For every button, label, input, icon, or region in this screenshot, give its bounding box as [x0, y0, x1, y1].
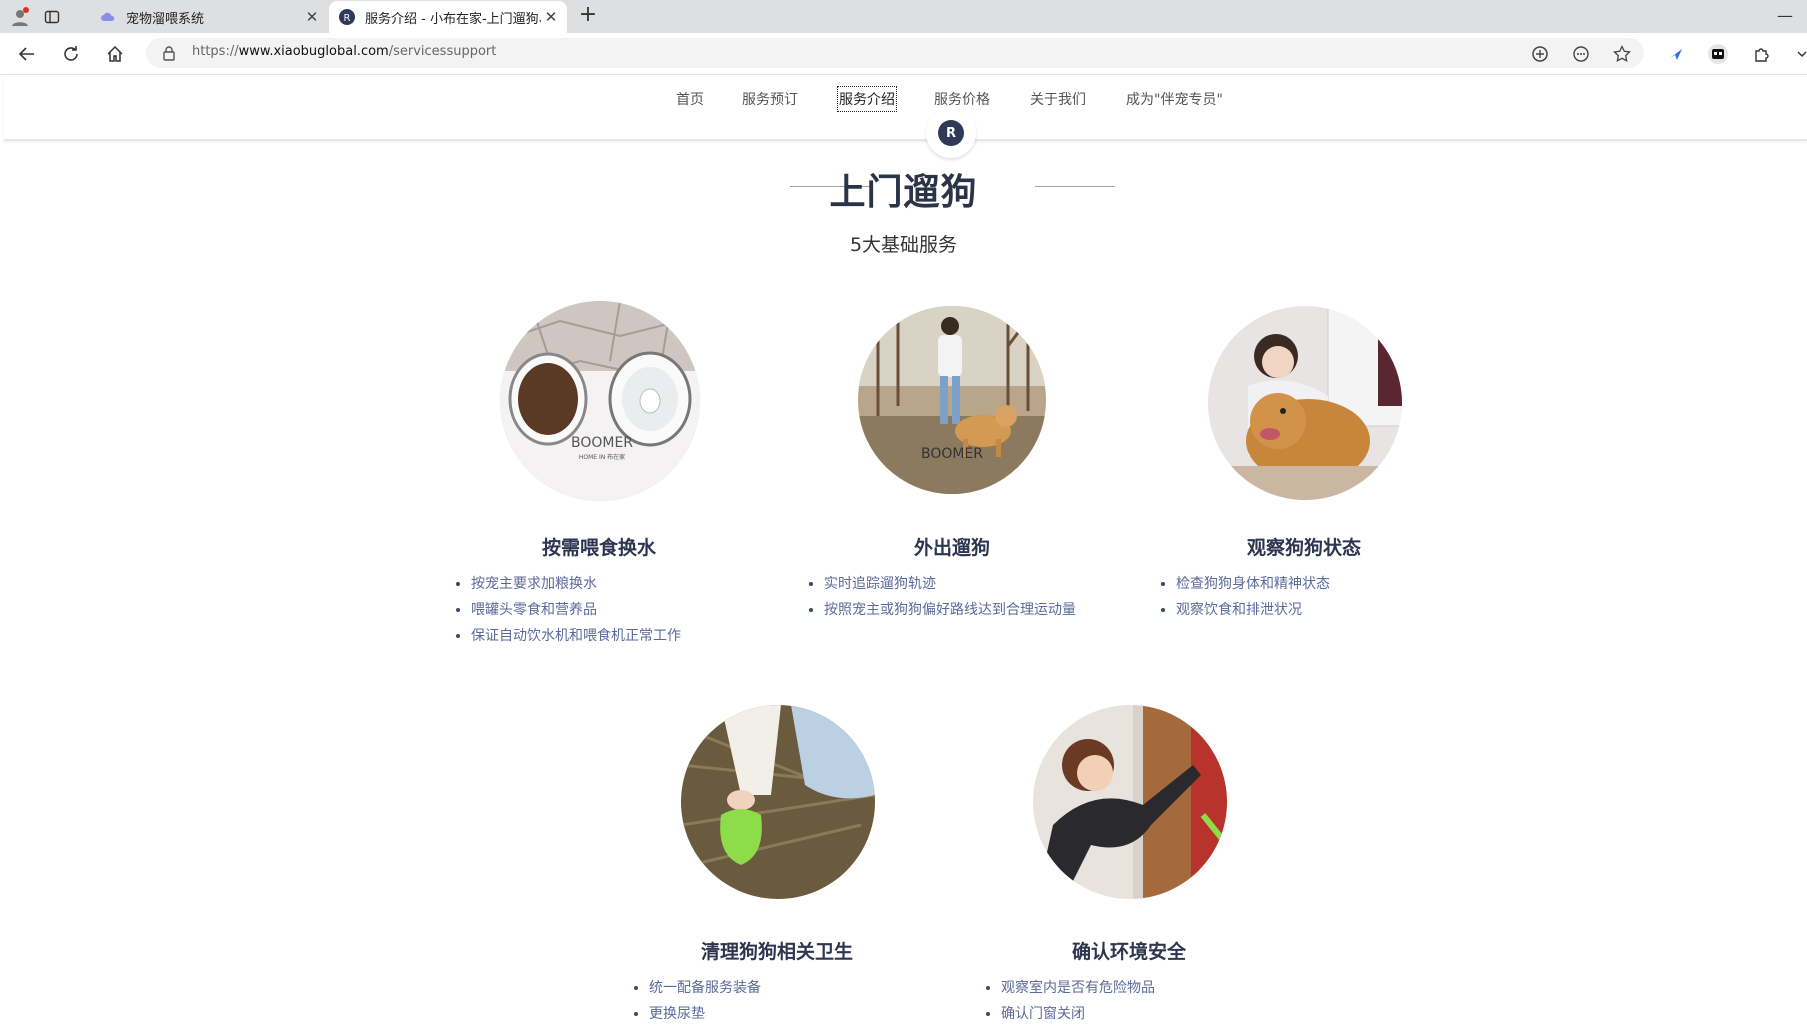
extension-bird-icon[interactable]	[1664, 42, 1688, 66]
cloud-icon	[100, 9, 116, 25]
extensions-puzzle-icon[interactable]	[1750, 42, 1774, 66]
list-item: 按宠主要求加粮换水	[471, 571, 681, 597]
new-tab-button[interactable]: +	[576, 4, 600, 28]
logo-mark: R	[938, 120, 964, 146]
browser-tab-strip: 宠物溜喂系统 ✕ R 服务介绍 - 小布在家-上门遛狗、上 ✕ + —	[0, 0, 1807, 33]
lock-icon[interactable]	[162, 45, 176, 65]
list-item: 统一配备服务装备	[649, 975, 761, 1001]
page-content: 首页 服务预订 服务介绍 服务价格 关于我们 成为"伴宠专员" R 上门遛狗 5…	[0, 75, 1807, 1032]
url-host: www.xiaobuglobal.com	[238, 44, 389, 59]
back-button[interactable]	[14, 41, 40, 67]
url-text[interactable]: https://www.xiaobuglobal.com/servicessup…	[192, 44, 496, 59]
extension-app-icon[interactable]	[1706, 42, 1730, 66]
service-list: 检查狗狗身体和精神状态 观察饮食和排泄状况	[1154, 571, 1330, 623]
service-list: 统一配备服务装备 更换尿垫	[627, 975, 761, 1027]
service-list: 观察室内是否有危险物品 确认门窗关闭	[979, 975, 1155, 1027]
list-item: 更换尿垫	[649, 1001, 761, 1027]
more-chevron-icon[interactable]	[1790, 42, 1807, 66]
service-list: 按宠主要求加粮换水 喂罐头零食和营养品 保证自动饮水机和喂食机正常工作	[449, 571, 681, 649]
home-button[interactable]	[102, 41, 128, 67]
site-logo[interactable]: R	[926, 108, 976, 158]
service-title: 确认环境安全	[1071, 941, 1186, 963]
cleanup-bag-photo	[681, 705, 875, 899]
reload-button[interactable]	[58, 41, 84, 67]
nav-booking[interactable]: 服务预订	[741, 87, 799, 111]
site-logo-icon: R	[339, 9, 355, 25]
nav-home[interactable]: 首页	[675, 87, 705, 111]
list-item: 观察室内是否有危险物品	[1001, 975, 1155, 1001]
check-door-photo	[1033, 705, 1227, 899]
list-item: 实时追踪遛狗轨迹	[824, 571, 1076, 597]
list-item: 按照宠主或狗狗偏好路线达到合理运动量	[824, 597, 1076, 623]
section-heading: 上门遛狗	[0, 163, 1807, 215]
tab-title: 服务介绍 - 小布在家-上门遛狗、上	[365, 11, 541, 27]
dog-walking-photo: BOOMER	[858, 306, 1046, 494]
section-subtitle: 5大基础服务	[849, 234, 958, 256]
svg-text:R: R	[344, 13, 351, 24]
feeding-bowls-photo: BOOMER HOME IN 布在家	[500, 301, 700, 501]
list-item: 喂罐头零食和营养品	[471, 597, 681, 623]
tab-pet-system[interactable]: 宠物溜喂系统 ✕	[90, 1, 328, 33]
reading-view-icon[interactable]	[1570, 43, 1592, 65]
title-divider-right	[1035, 186, 1115, 187]
profile-icon[interactable]	[9, 6, 31, 28]
url-scheme: https://	[192, 44, 239, 59]
translate-icon[interactable]	[1529, 43, 1551, 65]
photo-brand-caption: HOME IN 布在家	[579, 453, 625, 461]
close-tab-icon[interactable]: ✕	[541, 8, 561, 26]
list-item: 保证自动饮水机和喂食机正常工作	[471, 623, 681, 649]
address-toolbar: https://www.xiaobuglobal.com/servicessup…	[0, 33, 1807, 75]
service-list: 实时追踪遛狗轨迹 按照宠主或狗狗偏好路线达到合理运动量	[802, 571, 1076, 623]
service-title: 观察狗狗状态	[1246, 537, 1361, 559]
service-title: 按需喂食换水	[541, 537, 656, 559]
favorite-star-icon[interactable]	[1611, 43, 1633, 65]
list-item: 检查狗狗身体和精神状态	[1176, 571, 1330, 597]
service-title: 清理狗狗相关卫生	[700, 941, 853, 963]
tab-title: 宠物溜喂系统	[126, 11, 205, 27]
owner-with-dog-photo	[1208, 306, 1402, 500]
photo-brand-text: BOOMER	[571, 435, 633, 451]
close-tab-icon[interactable]: ✕	[302, 8, 322, 26]
nav-about[interactable]: 关于我们	[1029, 87, 1087, 111]
service-title: 外出遛狗	[913, 537, 990, 559]
address-bar[interactable]: https://www.xiaobuglobal.com/servicessup…	[146, 38, 1644, 68]
nav-pricing[interactable]: 服务价格	[933, 87, 991, 111]
nav-services-intro[interactable]: 服务介绍	[837, 86, 897, 112]
site-navigation: 首页 服务预订 服务介绍 服务价格 关于我们 成为"伴宠专员"	[4, 75, 1807, 141]
photo-brand-text: BOOMER	[921, 446, 983, 462]
list-item: 观察饮食和排泄状况	[1176, 597, 1330, 623]
section-title: 上门遛狗	[829, 172, 978, 213]
list-item: 确认门窗关闭	[1001, 1001, 1155, 1027]
tab-services-intro[interactable]: R 服务介绍 - 小布在家-上门遛狗、上 ✕	[329, 1, 567, 33]
tab-actions-icon[interactable]	[41, 6, 63, 28]
minimize-window-icon[interactable]: —	[1777, 6, 1793, 25]
nav-become-specialist[interactable]: 成为"伴宠专员"	[1125, 87, 1224, 111]
url-path: /servicessupport	[388, 44, 497, 59]
